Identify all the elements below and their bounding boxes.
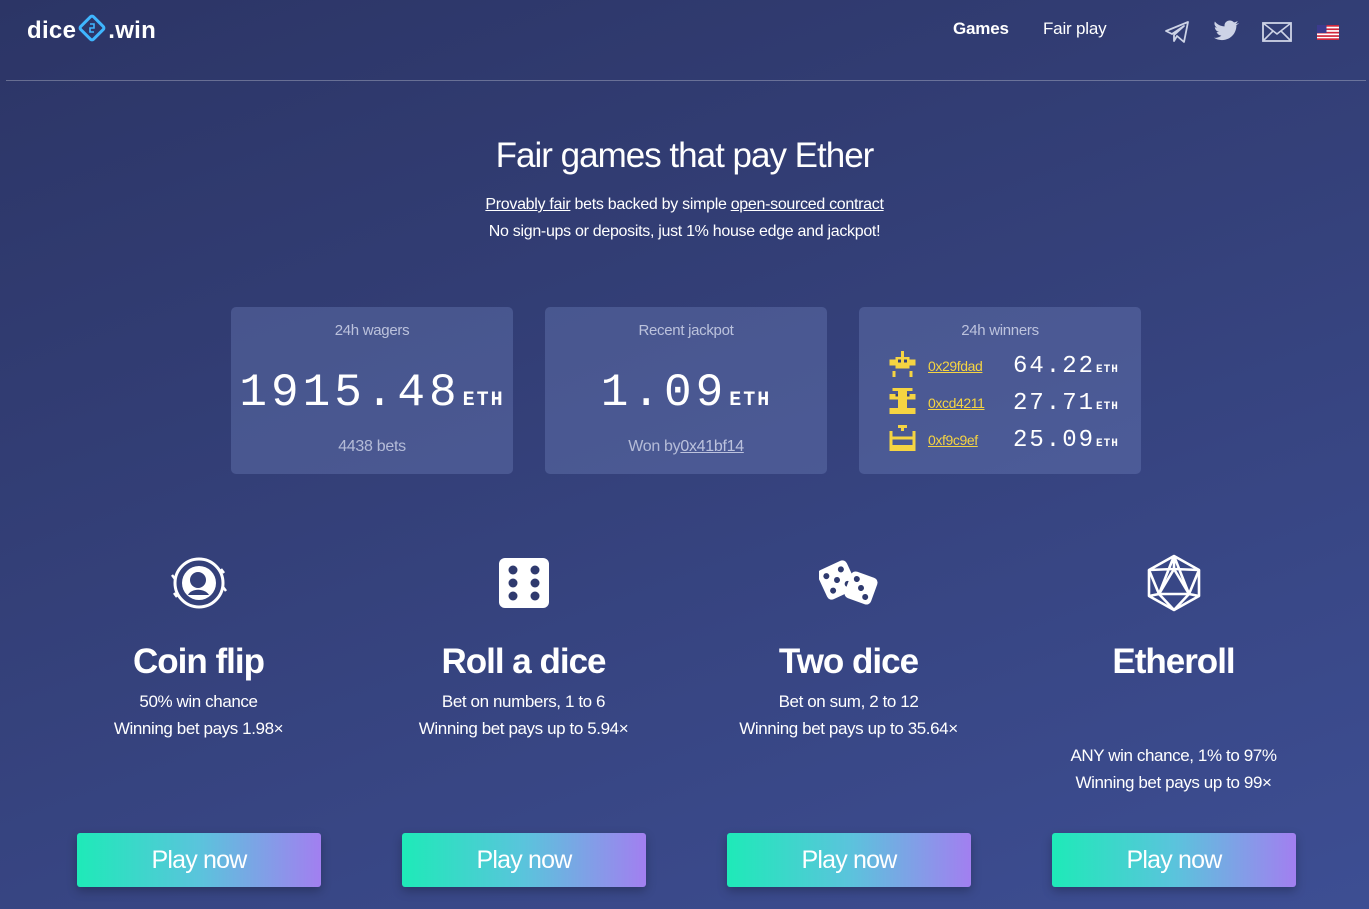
play-two-dice-button[interactable]: Play now [727, 833, 971, 887]
winner-row: 0xf9c9ef 25.09ETH [889, 424, 1118, 456]
play-coin-flip-button[interactable]: Play now [77, 833, 321, 887]
die-icon [361, 550, 686, 616]
game-desc-line2: Winning bet pays up to 35.64× [739, 719, 958, 738]
play-roll-a-dice-button[interactable]: Play now [402, 833, 646, 887]
game-desc-line1: 50% win chance [139, 692, 258, 711]
coin-icon [36, 550, 361, 616]
game-coin-flip: Coin flip 50% win chance Winning bet pay… [36, 550, 361, 742]
logo[interactable]: dice .win [27, 14, 156, 48]
game-desc-line1: Bet on sum, 2 to 12 [778, 692, 919, 711]
winner-amount-unit: ETH [1096, 400, 1119, 413]
winner-amount-value: 27.71 [1013, 389, 1096, 417]
jackpot-value: 1.09 ETH [545, 367, 827, 419]
winner-amount-unit: ETH [1096, 363, 1119, 376]
game-title: Coin flip [133, 642, 265, 681]
jackpot-winner-link[interactable]: 0x41bf14 [680, 438, 744, 455]
winner-address-link[interactable]: 0xf9c9ef [928, 432, 978, 448]
avatar-icon [889, 350, 916, 382]
winner-amount-value: 25.09 [1013, 426, 1096, 454]
jackpot-unit: ETH [729, 389, 772, 412]
wagers-card-title: 24h wagers [334, 322, 410, 339]
logo-text-left: dice [27, 17, 77, 44]
game-title: Two dice [778, 642, 919, 681]
winner-amount: 25.09ETH [1013, 427, 1119, 454]
winners-card-title: 24h winners [961, 322, 1039, 339]
game-title: Etheroll [1112, 642, 1235, 681]
wagers-card: 24h wagers 1915.48 ETH 4438 bets [231, 307, 513, 474]
winner-amount-value: 64.22 [1013, 352, 1096, 380]
winner-amount: 27.71ETH [1013, 390, 1119, 417]
two-dice-icon [686, 550, 1011, 616]
wagers-unit: ETH [462, 389, 505, 412]
game-etheroll: Etheroll ANY win chance, 1% to 97% Winni… [1011, 550, 1336, 796]
avatar-icon [889, 424, 916, 456]
logo-text-right: .win [108, 17, 157, 44]
mail-icon[interactable] [1262, 22, 1292, 47]
wagers-amount: 1915.48 [239, 367, 461, 419]
game-desc-line2: Winning bet pays up to 99× [1075, 773, 1272, 792]
hero-subtitle-line2: No sign-ups or deposits, just 1% house e… [488, 223, 881, 240]
icosahedron-icon [1011, 550, 1336, 616]
jackpot-amount: 1.09 [600, 367, 728, 419]
game-desc-line2: Winning bet pays 1.98× [113, 719, 284, 738]
jackpot-card-title: Recent jackpot [638, 322, 734, 339]
game-roll-a-dice: Roll a dice Bet on numbers, 1 to 6 Winni… [361, 550, 686, 742]
winner-address-link[interactable]: 0x29fdad [928, 358, 983, 374]
header: dice .win Games Fair play [6, 0, 1366, 81]
winner-amount: 64.22ETH [1013, 353, 1119, 380]
twitter-icon[interactable] [1214, 20, 1240, 47]
nav-games[interactable]: Games [953, 19, 1009, 39]
game-desc-line1: ANY win chance, 1% to 97% [1070, 746, 1277, 765]
winner-row: 0x29fdad 64.22ETH [889, 350, 1118, 382]
game-desc-line1: Bet on numbers, 1 to 6 [441, 692, 606, 711]
game-desc-line2: Winning bet pays up to 5.94× [418, 719, 629, 738]
winners-card: 24h winners 0x29fdad 64.22ETH 0xcd4211 2… [859, 307, 1141, 474]
game-title: Roll a dice [441, 642, 606, 681]
open-sourced-contract-link[interactable]: open-sourced contract [731, 196, 884, 213]
provably-fair-link[interactable]: Provably fair [485, 196, 570, 213]
jackpot-won-by-label: Won by [628, 438, 681, 455]
game-two-dice: Two dice Bet on sum, 2 to 12 Winning bet… [686, 550, 1011, 742]
jackpot-winner: Won by0x41bf14 [545, 438, 827, 456]
play-etheroll-button[interactable]: Play now [1052, 833, 1296, 887]
logo-die-icon [77, 13, 107, 50]
wagers-bets-count: 4438 bets [338, 438, 406, 455]
us-flag-icon[interactable] [1317, 25, 1339, 45]
jackpot-card: Recent jackpot 1.09 ETH Won by0x41bf14 [545, 307, 827, 474]
hero-subtitle-mid: bets backed by simple [570, 196, 731, 213]
winner-amount-unit: ETH [1096, 437, 1119, 450]
hero-subtitle-line1: Provably fair bets backed by simple open… [0, 196, 1369, 214]
page-title: Fair games that pay Ether [495, 136, 875, 175]
winner-row: 0xcd4211 27.71ETH [889, 387, 1118, 419]
wagers-value: 1915.48 ETH [231, 367, 513, 419]
telegram-icon[interactable] [1164, 20, 1190, 49]
nav-fair-play[interactable]: Fair play [1043, 19, 1107, 39]
winner-address-link[interactable]: 0xcd4211 [928, 395, 985, 411]
avatar-icon [889, 387, 916, 419]
